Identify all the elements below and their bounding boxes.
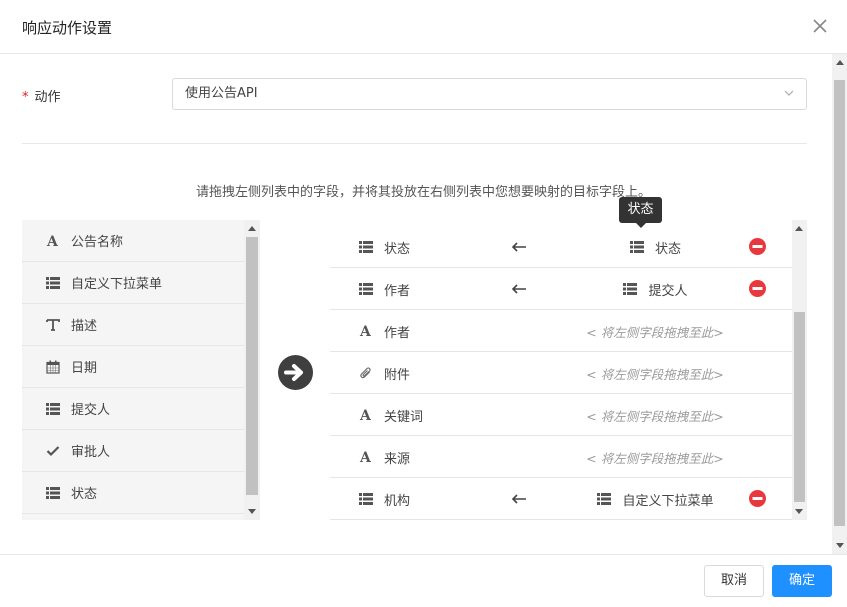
source-field-label: 日期 — [71, 361, 98, 376]
dialog-title: 响应动作设置 — [22, 19, 113, 37]
chevron-down-icon — [784, 90, 794, 96]
arrow-left-icon — [511, 494, 526, 504]
source-field-label: 公告名称 — [71, 235, 124, 250]
source-field-item[interactable]: 状态 — [22, 472, 244, 514]
source-field-item[interactable]: A 公告名称 — [22, 220, 244, 262]
target-field-row[interactable]: 状态 状态 — [330, 226, 792, 268]
source-field-item[interactable]: 日期 — [22, 346, 244, 388]
calendar-icon — [45, 359, 61, 375]
list-icon — [358, 491, 374, 507]
divider — [22, 143, 807, 144]
scroll-up-icon[interactable] — [836, 60, 844, 65]
cancel-button[interactable]: 取消 — [704, 565, 764, 597]
list-icon — [622, 281, 638, 297]
arrow-left-icon — [511, 284, 526, 294]
list-icon — [45, 401, 61, 417]
source-field-item[interactable]: 自定义下拉菜单 — [22, 262, 244, 304]
drop-zone[interactable]: < 将左侧字段拖拽至此> — [552, 310, 758, 352]
svg-text:A: A — [359, 450, 372, 464]
list-icon — [358, 281, 374, 297]
drop-zone[interactable]: < 将左侧字段拖拽至此> — [552, 352, 758, 394]
scroll-down-icon[interactable] — [248, 509, 256, 514]
source-list-scrollbar[interactable] — [244, 220, 260, 520]
source-field-label: 审批人 — [71, 445, 111, 460]
confirm-button[interactable]: 确定 — [772, 565, 832, 597]
paperclip-icon — [358, 365, 374, 381]
list-icon — [596, 491, 612, 507]
svg-text:A: A — [359, 408, 372, 422]
check-icon — [45, 443, 61, 459]
scrollbar-thumb[interactable] — [794, 312, 805, 502]
source-field-item[interactable]: 提交人 — [22, 388, 244, 430]
list-icon — [45, 275, 61, 291]
arrow-left-icon — [511, 242, 526, 252]
tooltip-text: 状态 — [619, 197, 662, 223]
scroll-up-icon[interactable] — [248, 226, 256, 231]
text-a-icon: A — [358, 407, 374, 423]
mapped-field[interactable]: 状态 — [570, 226, 740, 268]
target-list-scrollbar[interactable] — [792, 220, 807, 520]
target-field-label: 来源 — [384, 451, 411, 467]
target-field-label: 机构 — [384, 493, 411, 509]
source-field-label: 自定义下拉菜单 — [71, 277, 163, 292]
source-field-item[interactable]: 审批人 — [22, 430, 244, 472]
source-field-label: 描述 — [71, 319, 98, 334]
target-field-label: 状态 — [384, 241, 411, 257]
scrollbar-thumb[interactable] — [246, 237, 258, 495]
target-field-label: 作者 — [384, 325, 411, 341]
target-field-label: 附件 — [384, 367, 411, 383]
target-field-row[interactable]: 机构 自定义下拉菜单 — [330, 478, 792, 520]
scrollbar-thumb[interactable] — [834, 80, 845, 526]
arrow-right-circle-icon[interactable] — [278, 355, 313, 390]
svg-text:A: A — [46, 234, 59, 248]
mapped-field-label: 提交人 — [648, 283, 688, 299]
svg-text:A: A — [359, 324, 372, 338]
dialog-scrollbar[interactable] — [832, 54, 847, 554]
action-select[interactable]: 使用公告API — [172, 78, 807, 110]
list-icon — [45, 485, 61, 501]
dialog-header: 响应动作设置 — [0, 0, 847, 54]
source-field-item[interactable]: 描述 — [22, 304, 244, 346]
target-field-label: 关键词 — [384, 409, 424, 425]
required-mark: * — [22, 90, 29, 105]
remove-mapping-icon[interactable] — [749, 280, 766, 297]
list-icon — [629, 239, 645, 255]
target-field-row[interactable]: 附件 < 将左侧字段拖拽至此> — [330, 352, 792, 394]
target-field-row[interactable]: A 来源 < 将左侧字段拖拽至此> — [330, 436, 792, 478]
action-select-value: 使用公告API — [185, 86, 258, 101]
source-field-label: 提交人 — [71, 403, 111, 418]
close-icon[interactable] — [811, 17, 829, 35]
remove-mapping-icon[interactable] — [749, 238, 766, 255]
mapped-field[interactable]: 提交人 — [570, 268, 740, 310]
list-icon — [358, 239, 374, 255]
drop-zone[interactable]: < 将左侧字段拖拽至此> — [552, 436, 758, 478]
target-field-list: 状态 状态 作者 提交人 A 作者 < 将左侧字段拖拽至此> 附件 < 将左侧字… — [330, 226, 792, 520]
text-t-icon — [45, 317, 61, 333]
action-label: * 动作 — [22, 86, 61, 105]
tooltip: 状态 — [619, 197, 662, 228]
scroll-down-icon[interactable] — [836, 543, 844, 548]
drop-zone[interactable]: < 将左侧字段拖拽至此> — [552, 394, 758, 436]
tooltip-pointer — [636, 223, 646, 228]
target-field-label: 作者 — [384, 283, 411, 299]
text-a-icon: A — [358, 449, 374, 465]
target-field-row[interactable]: A 作者 < 将左侧字段拖拽至此> — [330, 310, 792, 352]
mapped-field-label: 自定义下拉菜单 — [622, 493, 714, 509]
scroll-down-icon[interactable] — [795, 509, 803, 514]
instruction-text: 请拖拽左侧列表中的字段，并将其投放在右侧列表中您想要映射的目标字段上。 — [195, 185, 651, 200]
text-a-icon: A — [358, 323, 374, 339]
source-field-label: 状态 — [71, 487, 98, 502]
source-field-list: A 公告名称 自定义下拉菜单 描述 日期 提交人 审批人 状态 — [22, 220, 260, 520]
remove-mapping-icon[interactable] — [749, 490, 766, 507]
action-label-text: 动作 — [34, 90, 61, 105]
mapped-field[interactable]: 自定义下拉菜单 — [570, 478, 740, 520]
text-a-icon: A — [45, 233, 61, 249]
scroll-up-icon[interactable] — [795, 226, 803, 231]
target-field-row[interactable]: 作者 提交人 — [330, 268, 792, 310]
mapped-field-label: 状态 — [654, 241, 681, 257]
target-field-row[interactable]: A 关键词 < 将左侧字段拖拽至此> — [330, 394, 792, 436]
